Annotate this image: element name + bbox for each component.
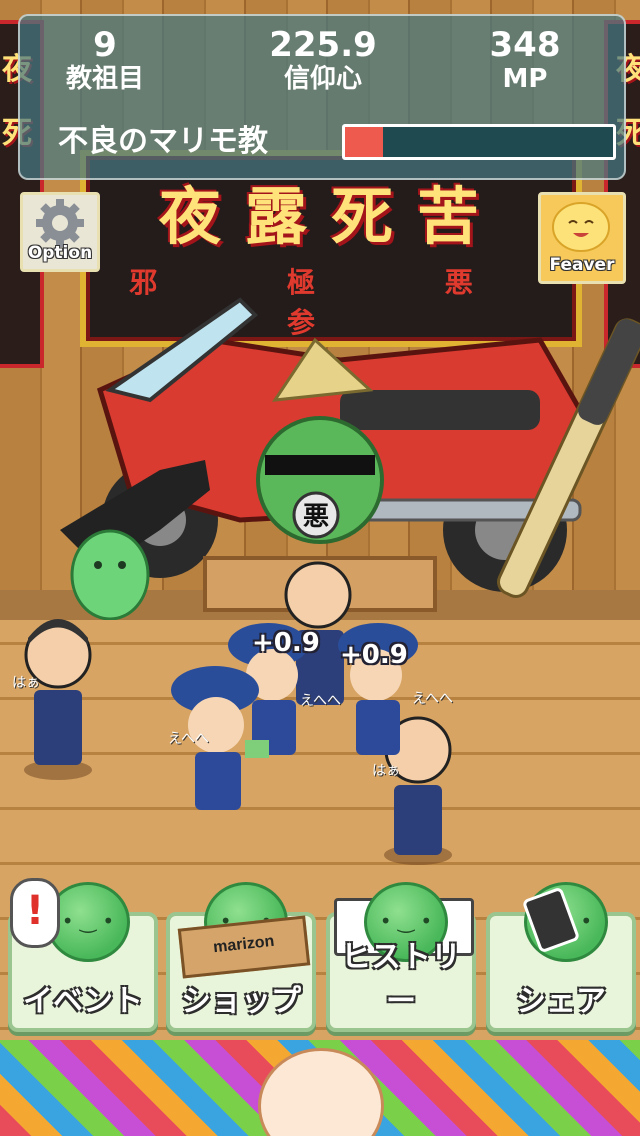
shop-label: ショップ — [181, 984, 301, 1019]
bottom-menu: • ‿ • ! イベント • ‿ • marizon ショップ • ‿ • ヒス… — [0, 872, 640, 1037]
stat-value: 348 — [489, 25, 561, 65]
stat-mp: 348 MP — [440, 26, 610, 94]
alert-bubble-icon: ! — [10, 878, 60, 948]
box-icon: marizon — [177, 915, 311, 979]
history-button[interactable]: • ‿ • ヒストリー — [326, 882, 476, 1032]
event-button[interactable]: • ‿ • ! イベント — [8, 878, 158, 1032]
murmur-text: えへへ — [300, 693, 342, 709]
follower-man-left — [24, 619, 92, 780]
stat-label: MP — [502, 64, 548, 94]
ad-banner[interactable] — [0, 1040, 640, 1136]
murmur-text: はぁ — [372, 763, 400, 779]
box-text: marizon — [212, 932, 276, 957]
faith-gain-floater: +0.9 — [252, 628, 320, 658]
event-label: イベント — [23, 984, 143, 1019]
stat-label: 信仰心 — [283, 64, 362, 94]
option-button[interactable]: Option — [20, 192, 100, 272]
murmur-text: はぁ — [12, 675, 40, 691]
feaver-button[interactable]: Feaver — [538, 192, 626, 284]
murmur-text: えへへ — [412, 691, 454, 707]
smiling-mascot-icon — [552, 202, 610, 252]
feaver-label: Feaver — [549, 255, 615, 275]
followers-crowd — [24, 561, 452, 865]
stat-generation: 9 教祖目 — [20, 26, 190, 94]
murmur-text: えへへ — [168, 731, 210, 747]
marimo-mask-text: 悪 — [303, 502, 329, 532]
gear-icon — [36, 199, 84, 247]
shop-button[interactable]: • ‿ • marizon ショップ — [166, 882, 316, 1032]
stat-faith: 225.9 信仰心 — [238, 26, 408, 94]
progress-bar-fill — [345, 127, 383, 157]
history-label: ヒストリー — [341, 940, 461, 1019]
option-label: Option — [27, 243, 93, 263]
faith-gain-floater: +0.9 — [340, 640, 408, 670]
status-hud: 9 教祖目 225.9 信仰心 348 MP 不良のマリモ教 — [18, 14, 626, 180]
share-label: シェア — [516, 984, 606, 1019]
cult-name: 不良のマリモ教 — [58, 124, 268, 159]
stat-value: 9 — [93, 25, 117, 65]
candy-character-icon — [258, 1048, 384, 1136]
share-button[interactable]: • ‿ • シェア — [486, 882, 636, 1032]
stat-value: 225.9 — [269, 25, 377, 65]
progress-bar — [342, 124, 616, 160]
stat-label: 教祖目 — [65, 64, 144, 94]
bike-seat — [340, 390, 540, 430]
